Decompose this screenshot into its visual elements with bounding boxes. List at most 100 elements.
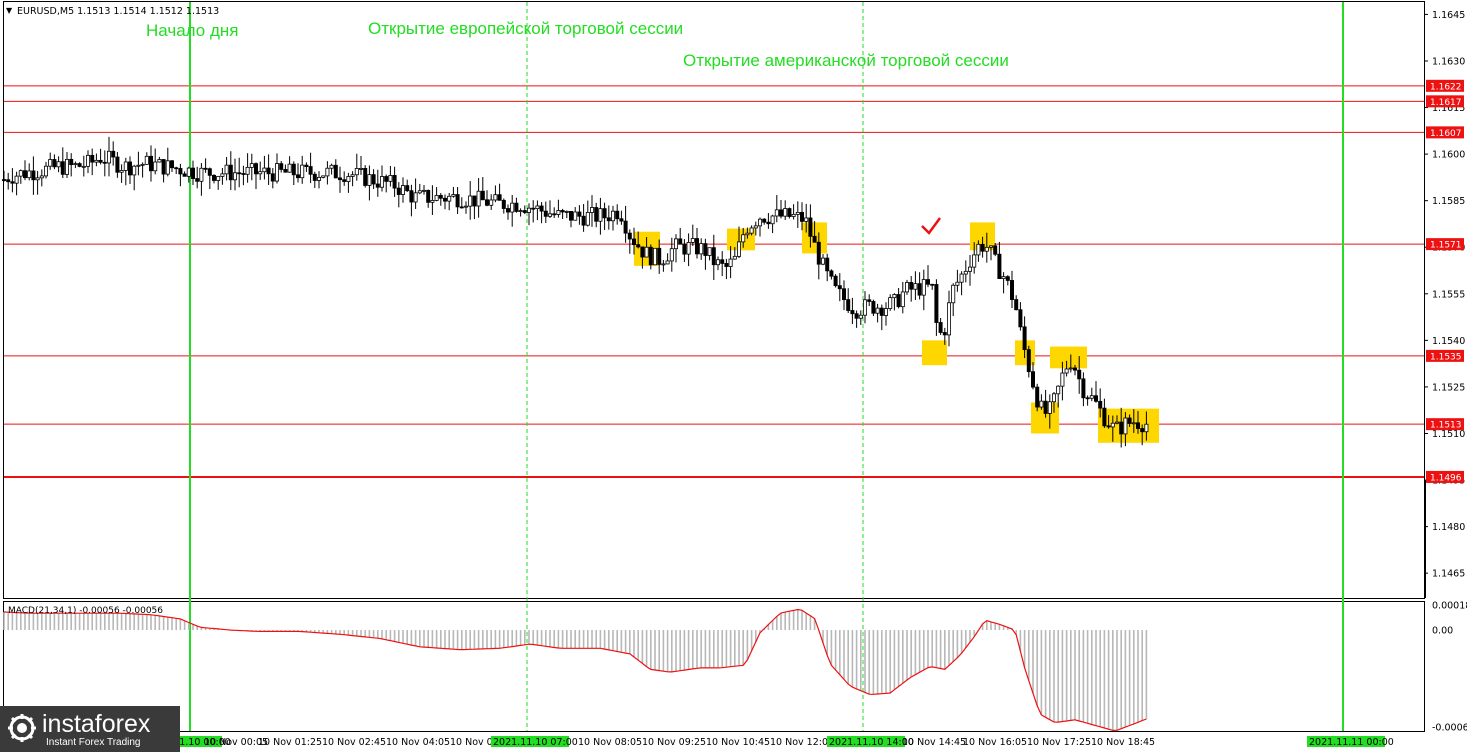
candle-body (459, 206, 464, 209)
level-tag-label: 1.1622 (1430, 82, 1462, 92)
candle-body (648, 246, 653, 266)
candle-body (39, 175, 44, 179)
candle-body (409, 190, 414, 203)
candle-body (274, 163, 279, 182)
candle-body (312, 173, 317, 181)
candle-body (237, 172, 242, 175)
candle-body (598, 208, 603, 222)
candle-body (1102, 407, 1107, 427)
candle-body (770, 215, 775, 225)
candle-body (1001, 276, 1006, 280)
instaforex-logo: instaforex Instant Forex Trading (0, 706, 180, 752)
candle-body (228, 164, 233, 181)
candle-body (619, 218, 624, 222)
candle-body (18, 170, 23, 177)
candle-body (644, 246, 649, 258)
candle-body (31, 170, 36, 181)
candle-body (1073, 367, 1078, 371)
candle-body (232, 172, 237, 181)
candle-body (354, 168, 359, 176)
candle-body (1052, 393, 1057, 403)
candle-body (947, 302, 952, 336)
candle-body (413, 192, 418, 203)
level-tag: 1.1535 (1426, 349, 1464, 362)
candle-body (779, 209, 784, 217)
candle-body (787, 208, 792, 217)
candle-body (207, 168, 212, 176)
candle-body (837, 285, 842, 290)
candle-body (858, 314, 863, 319)
candle-body (56, 161, 61, 168)
level-tag: 1.1513 (1426, 418, 1464, 431)
candle-body (1014, 299, 1019, 311)
candle-body (484, 199, 489, 206)
y-tick-label: 1.1555 (1432, 289, 1465, 300)
dropdown-icon[interactable]: ▼ (6, 6, 13, 15)
candle-body (791, 213, 796, 217)
candle-body (627, 232, 632, 240)
candle-body (107, 150, 112, 164)
candle-body (468, 195, 473, 207)
candle-body (657, 247, 662, 265)
candle-body (577, 211, 582, 217)
candle-body (980, 243, 985, 252)
candle-body (527, 207, 532, 213)
candle-body (73, 163, 78, 166)
candle-body (913, 283, 918, 290)
candle-body (174, 167, 179, 170)
logo-icon (8, 714, 36, 742)
candle-body (211, 174, 216, 181)
candle-body (1089, 395, 1094, 399)
candle-body (489, 199, 494, 206)
candle-body (35, 177, 40, 181)
candle-body (1047, 401, 1052, 414)
candle-body (44, 165, 49, 177)
y-tick-label: 1.1540 (1432, 336, 1465, 347)
level-tag-label: 1.1535 (1430, 352, 1462, 362)
candle-body (287, 163, 292, 173)
candle-body (590, 207, 595, 213)
candle-body (426, 189, 431, 203)
y-tick-label: 1.1585 (1432, 196, 1465, 207)
candle-body (753, 225, 758, 229)
candle-body (615, 210, 620, 220)
candle-body (695, 238, 700, 255)
candle-body (379, 176, 384, 188)
candle-body (371, 174, 376, 185)
candle-body (573, 211, 578, 221)
candle-body (1060, 372, 1065, 387)
candle-body (165, 160, 170, 175)
candle-body (703, 243, 708, 256)
candle-body (1022, 326, 1027, 351)
logo-tagline: Instant Forex Trading (46, 737, 141, 748)
candle-body (926, 279, 931, 285)
candle-body (501, 199, 506, 209)
candle-body (295, 174, 300, 179)
candle-body (367, 174, 372, 186)
candle-body (157, 159, 162, 163)
current-price-marker (1424, 480, 1426, 598)
candle-body (1064, 368, 1069, 374)
candle-body (216, 175, 221, 181)
candle-body (253, 163, 258, 175)
candle-body (384, 176, 389, 182)
candle-body (720, 259, 725, 264)
candle-body (816, 241, 821, 265)
candle-body (90, 154, 95, 163)
x-tick-label: 10 Nov 14:45 (902, 737, 966, 748)
candle-body (136, 164, 141, 167)
candle-body (690, 238, 695, 243)
candle-body (921, 279, 926, 296)
candle-body (531, 207, 536, 210)
candle-body (749, 227, 754, 234)
candle-body (304, 164, 309, 167)
macd-tick-label: 0.00 (1432, 626, 1453, 637)
x-tick-label: 10 Nov 16:05 (963, 737, 1027, 748)
x-tick-label: 10 Nov 10:45 (706, 737, 770, 748)
candle-body (510, 202, 515, 213)
candle-body (438, 195, 443, 199)
x-tick-label: 10 Nov 04:05 (386, 737, 450, 748)
x-tick-label: 10 Nov 08:05 (578, 737, 642, 748)
level-tag-label: 1.1607 (1430, 129, 1462, 139)
candle-body (111, 150, 116, 158)
